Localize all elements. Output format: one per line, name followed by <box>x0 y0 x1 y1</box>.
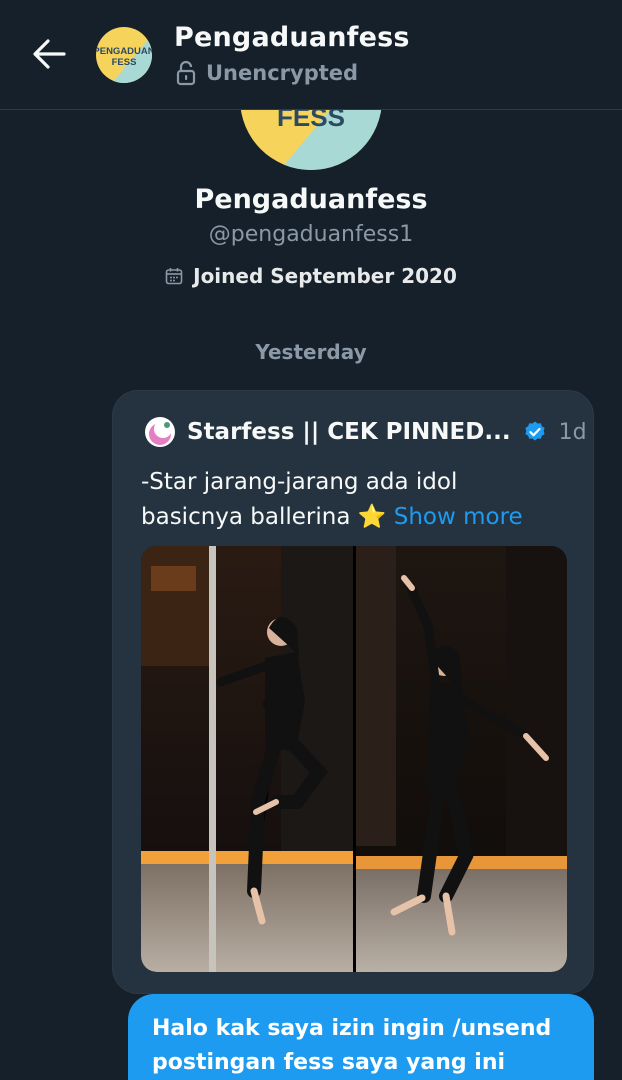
post-text-line1: -Star jarang-jarang ada idol <box>141 469 458 495</box>
date-separator: Yesterday <box>255 340 367 364</box>
verified-badge-icon <box>524 421 545 441</box>
header-avatar[interactable]: PENGADUAN FESS <box>96 27 152 83</box>
star-emoji: ⭐ <box>357 504 387 530</box>
profile-handle: @pengaduanfess1 <box>208 222 414 247</box>
header-avatar-text-1: PENGADUAN <box>96 46 152 57</box>
show-more-link[interactable]: Show more <box>394 504 523 530</box>
header-avatar-text-2: FESS <box>112 57 137 68</box>
joined-label: Joined September 2020 <box>193 264 457 288</box>
post-image-2[interactable] <box>355 546 567 972</box>
post-text-line2: basicnya ballerina <box>141 504 351 530</box>
conversation-title[interactable]: Pengaduanfess <box>174 22 410 53</box>
encryption-status-label: Unencrypted <box>206 61 359 85</box>
message-bubble[interactable]: Halo kak saya izin ingin /unsend posting… <box>128 994 594 1080</box>
shared-post-header: Starfess || CEK PINNED... 1d <box>145 417 587 447</box>
source-author-name[interactable]: Starfess || CEK PINNED... <box>187 419 511 445</box>
post-timestamp: 1d <box>558 419 587 445</box>
post-media <box>141 546 567 972</box>
shared-post-card[interactable]: Starfess || CEK PINNED... 1d -Star jaran… <box>112 390 594 994</box>
source-avatar[interactable] <box>145 417 175 447</box>
calendar-icon <box>165 268 183 285</box>
conversation-header: PENGADUAN FESS Pengaduanfess Unencrypted <box>0 0 622 110</box>
joined-info: Joined September 2020 <box>0 264 622 288</box>
back-arrow-icon[interactable] <box>30 36 70 72</box>
post-image-1[interactable] <box>141 546 353 972</box>
unlocked-padlock-icon <box>176 60 196 86</box>
profile-name[interactable]: Pengaduanfess <box>0 184 622 215</box>
encryption-status[interactable]: Unencrypted <box>176 60 358 86</box>
shared-post-text: -Star jarang-jarang ada idol basicnya ba… <box>141 465 571 535</box>
